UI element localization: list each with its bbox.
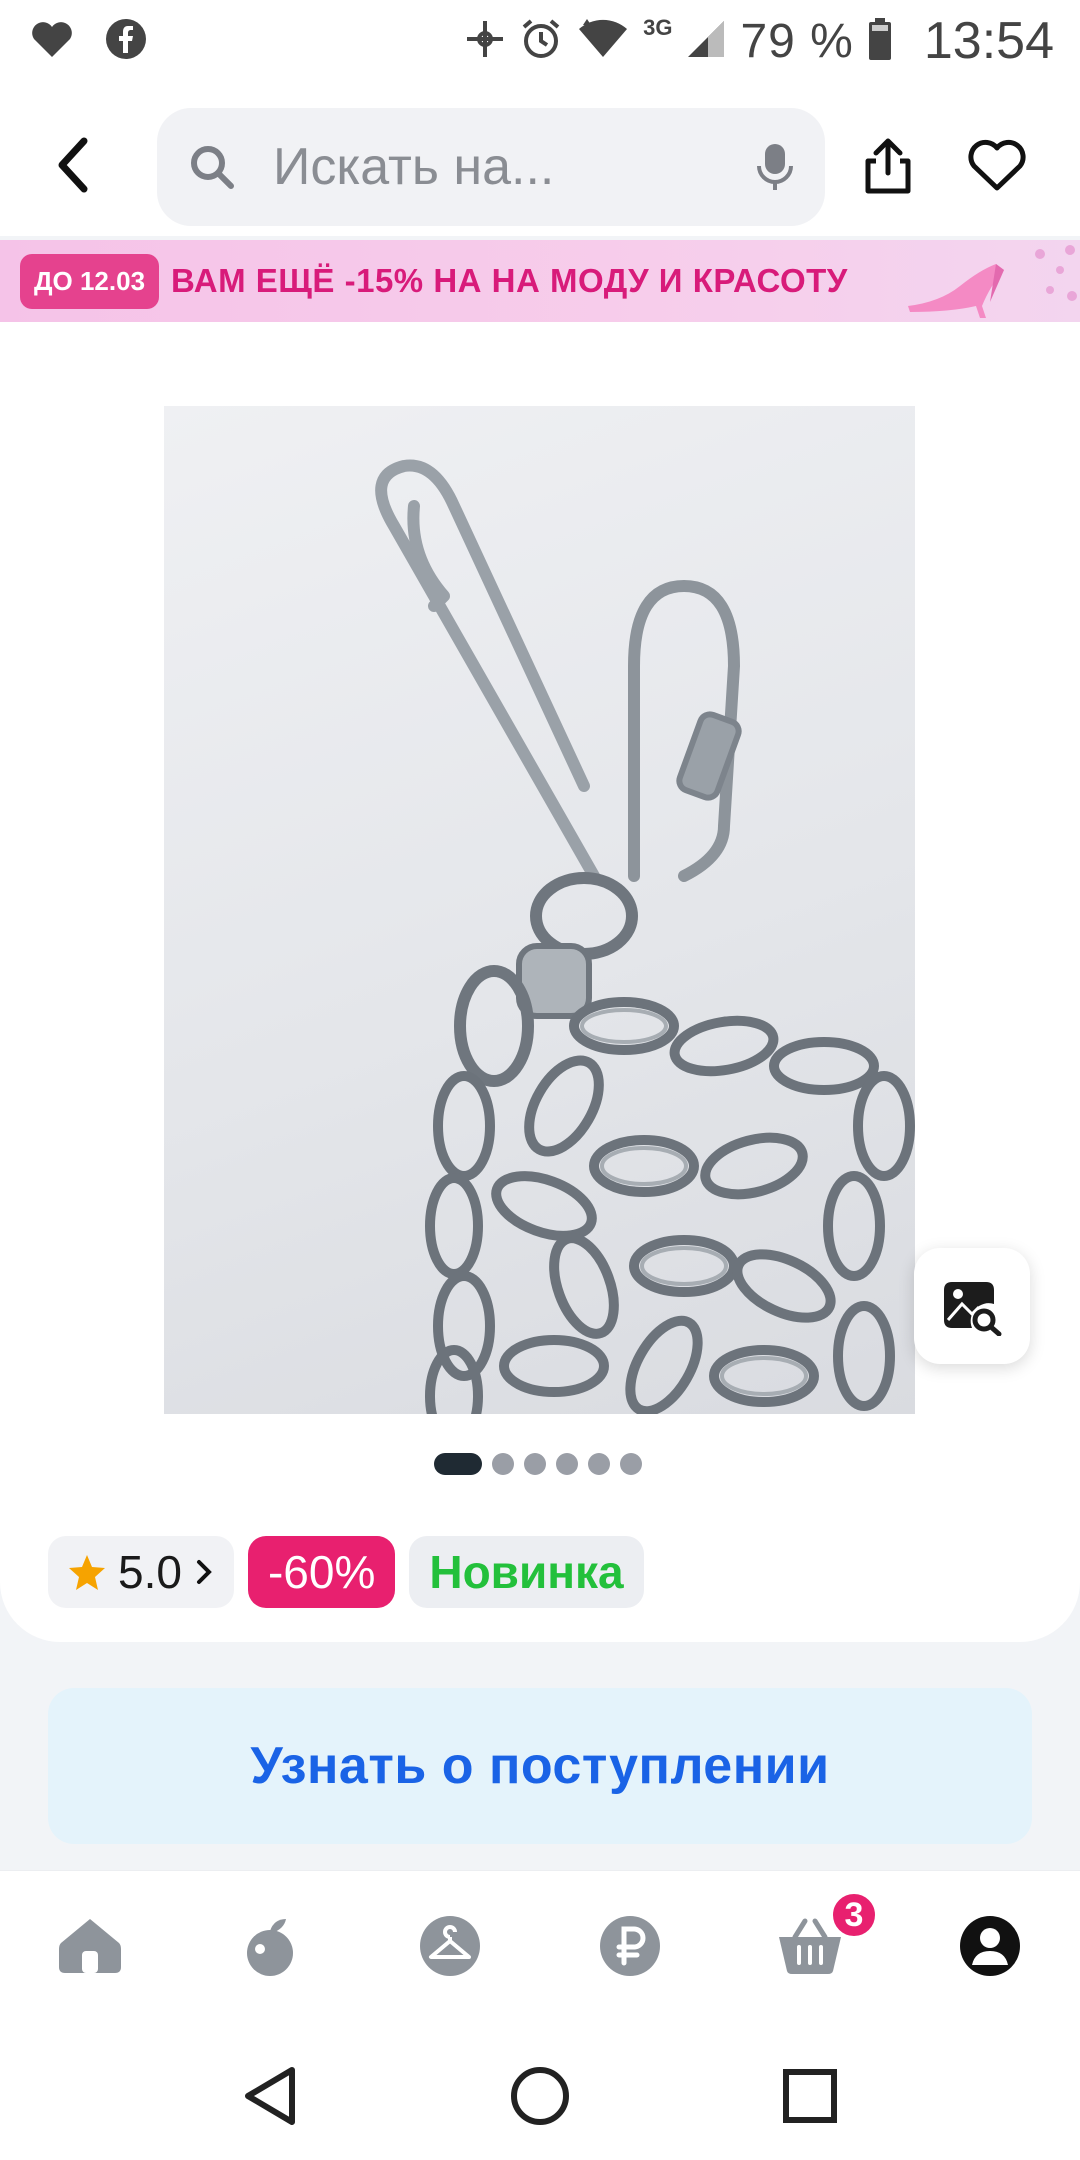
search-input[interactable]: Искать на...	[273, 137, 755, 197]
profile-icon	[960, 1916, 1020, 1976]
circle-home-icon	[511, 2067, 569, 2125]
home-icon	[59, 1919, 121, 1973]
new-badge: Новинка	[409, 1536, 644, 1608]
signal-icon	[686, 19, 726, 64]
nav-clothing[interactable]	[415, 1911, 485, 1981]
notify-arrival-button[interactable]: Узнать о поступлении	[48, 1688, 1032, 1844]
gallery-dot[interactable]	[524, 1453, 546, 1475]
shoe-icon	[908, 245, 1077, 318]
discount-badge: -60%	[247, 1536, 396, 1608]
vpn-icon	[465, 19, 505, 64]
gallery-dot[interactable]	[588, 1453, 610, 1475]
product-card: 5.0 -60% Новинка	[0, 322, 1080, 1642]
heart-icon	[968, 139, 1026, 191]
fruit-icon	[247, 1919, 293, 1976]
ruble-icon	[600, 1916, 660, 1976]
nav-home[interactable]	[55, 1911, 125, 1981]
gallery-dot[interactable]	[620, 1453, 642, 1475]
gallery-pagination	[434, 1452, 642, 1476]
alarm-icon	[519, 17, 563, 66]
facebook-icon	[104, 17, 148, 66]
chain-illustration	[375, 459, 915, 1414]
heart-status-icon	[30, 19, 74, 64]
back-icon	[58, 137, 88, 193]
gallery-dot[interactable]	[556, 1453, 578, 1475]
promo-banner[interactable]: ДО 12.03 ВАМ ЕЩЁ -15% НА НА МОДУ И КРАСО…	[0, 240, 1080, 322]
system-back-button[interactable]	[234, 2060, 306, 2132]
gallery-dot[interactable]	[492, 1453, 514, 1475]
status-bar: 3G 79 % 13:54	[0, 0, 1080, 82]
favorite-button[interactable]	[966, 138, 1028, 194]
bottom-nav: 3	[0, 1870, 1080, 2034]
battery-icon	[868, 17, 892, 65]
gallery-dot-active[interactable]	[434, 1453, 482, 1475]
visual-search-button[interactable]	[914, 1248, 1030, 1364]
square-recents-icon	[783, 2069, 837, 2123]
search-bar[interactable]: Искать на...	[157, 108, 825, 226]
system-recents-button[interactable]	[774, 2060, 846, 2132]
cart-count-badge: 3	[830, 1891, 878, 1939]
app-header: Искать на...	[0, 82, 1080, 236]
wifi-icon	[577, 18, 629, 64]
hanger-icon	[420, 1916, 480, 1976]
share-icon	[865, 138, 911, 194]
rating-badge[interactable]: 5.0	[48, 1536, 234, 1608]
promo-date-badge: ДО 12.03	[20, 253, 160, 309]
promo-text: ВАМ ЕЩЁ -15% НА НА МОДУ И КРАСОТУ	[171, 262, 848, 299]
network-type: 3G	[643, 15, 673, 40]
triangle-back-icon	[245, 2067, 295, 2125]
screen: 3G 79 % 13:54 Искать на... ДО 12.03 ВАМ …	[0, 0, 1080, 2160]
share-button[interactable]	[862, 137, 914, 195]
image-search-icon	[944, 1282, 1002, 1336]
mic-icon[interactable]	[755, 142, 795, 192]
system-home-button[interactable]	[504, 2060, 576, 2132]
chevron-right-icon	[196, 1560, 212, 1584]
nav-profile[interactable]	[955, 1911, 1025, 1981]
nav-finance[interactable]	[595, 1911, 665, 1981]
clock: 13:54	[923, 12, 1054, 70]
system-nav-bar	[0, 2034, 1080, 2160]
back-button[interactable]	[50, 135, 100, 195]
rating-value: 5.0	[118, 1546, 182, 1598]
product-photo[interactable]	[164, 406, 915, 1414]
star-icon	[69, 1555, 105, 1590]
battery-percent: 79 %	[740, 14, 854, 68]
product-badges: 5.0 -60% Новинка	[48, 1536, 644, 1608]
nav-catalog[interactable]	[235, 1911, 305, 1981]
search-icon	[191, 146, 234, 189]
